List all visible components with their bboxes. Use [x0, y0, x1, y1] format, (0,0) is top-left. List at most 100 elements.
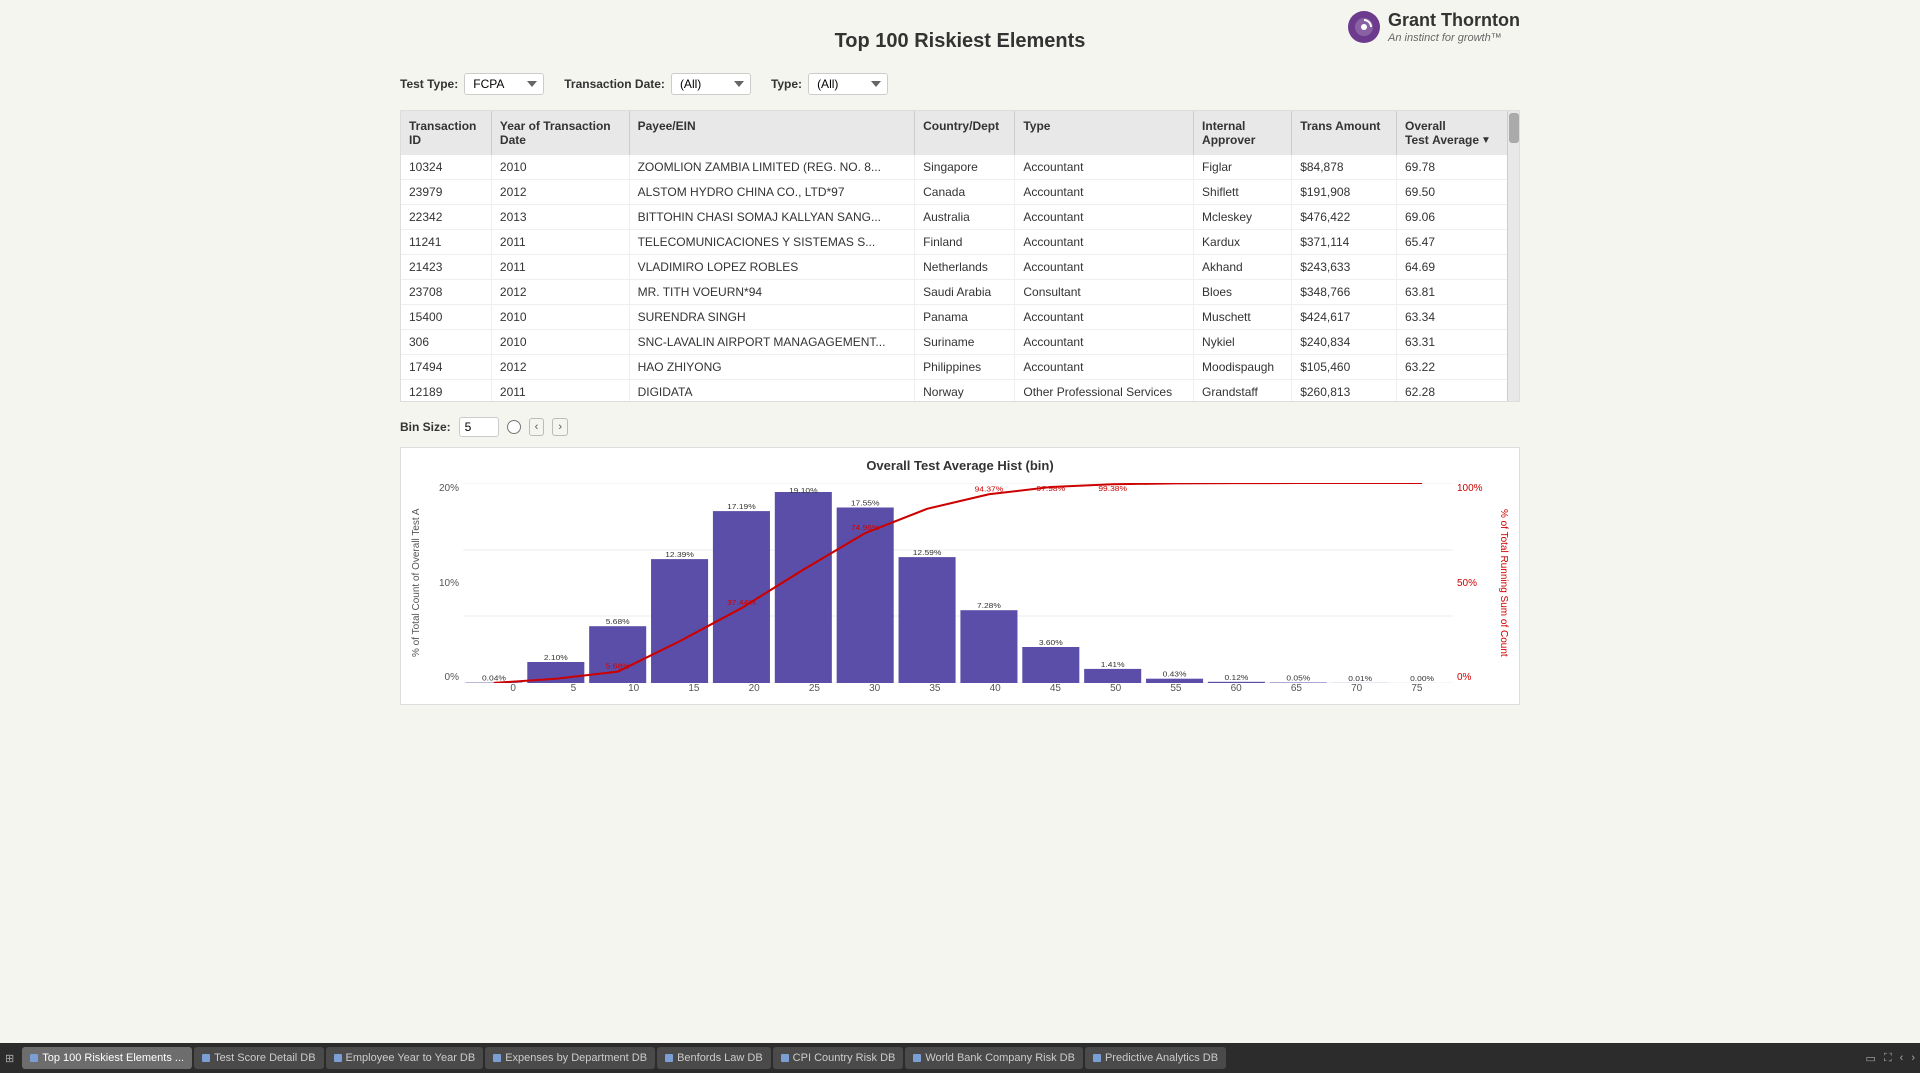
x-label-30: 30 — [845, 683, 905, 694]
cell-approver: Grandstaff — [1194, 380, 1292, 402]
chart-title: Overall Test Average Hist (bin) — [411, 458, 1509, 473]
cell-avg: 63.81 — [1397, 280, 1508, 305]
tab-top-100-riskiest-elements-...[interactable]: Top 100 Riskiest Elements ... — [22, 1047, 192, 1069]
bar-40 — [960, 610, 1017, 683]
test-type-select[interactable]: FCPA — [464, 73, 544, 95]
cell-type: Other Professional Services — [1015, 380, 1194, 402]
cell-country: Singapore — [915, 155, 1015, 180]
cell-amount: $191,908 — [1292, 180, 1397, 205]
cell-id: 306 — [401, 330, 491, 355]
tab-expenses-by-department-db[interactable]: Expenses by Department DB — [485, 1047, 655, 1069]
scroll-bar[interactable] — [1507, 111, 1519, 401]
bar-label-20: 17.19% — [727, 503, 756, 511]
bar-label-40: 7.28% — [977, 602, 1001, 610]
main-content: Grant Thornton An instinct for growth™ T… — [360, 0, 1560, 725]
tab-icon — [913, 1054, 921, 1062]
col-avg: OverallTest Average▼ — [1397, 111, 1508, 155]
transaction-date-filter: Transaction Date: (All) — [564, 73, 751, 95]
bar-65 — [1270, 683, 1327, 684]
cell-amount: $243,633 — [1292, 255, 1397, 280]
tab-cpi-country-risk-db[interactable]: CPI Country Risk DB — [773, 1047, 904, 1069]
tabs-container: Top 100 Riskiest Elements ... Test Score … — [22, 1047, 1863, 1069]
col-year: Year of TransactionDate — [491, 111, 629, 155]
bin-size-label: Bin Size: — [400, 420, 451, 434]
tab-label: Test Score Detail DB — [214, 1052, 315, 1064]
cell-year: 2012 — [491, 355, 629, 380]
test-type-filter: Test Type: FCPA — [400, 73, 544, 95]
cell-country: Finland — [915, 230, 1015, 255]
bin-next-button[interactable]: › — [552, 418, 568, 436]
cum-label-30: 74.96% — [851, 524, 880, 532]
cell-avg: 63.34 — [1397, 305, 1508, 330]
tab-icon — [1093, 1054, 1101, 1062]
x-label-5: 5 — [543, 683, 603, 694]
sort-icon: ▼ — [1481, 135, 1491, 146]
y-ticks-left: 20% 10% 0% — [431, 483, 459, 683]
nav-left-icon[interactable]: ‹ — [1900, 1052, 1904, 1064]
cell-approver: Moodispaugh — [1194, 355, 1292, 380]
tab-world-bank-company-risk-db[interactable]: World Bank Company Risk DB — [905, 1047, 1083, 1069]
x-label-35: 35 — [905, 683, 965, 694]
y-axis-left-label: % of Total Count of Overall Test A — [411, 483, 431, 683]
view-icon: ▭ — [1866, 1052, 1876, 1065]
bar-label-30: 17.55% — [851, 499, 880, 507]
bar-55 — [1146, 679, 1203, 683]
cell-id: 11241 — [401, 230, 491, 255]
tab-test-score-detail-db[interactable]: Test Score Detail DB — [194, 1047, 323, 1069]
cell-amount: $240,834 — [1292, 330, 1397, 355]
x-label-25: 25 — [784, 683, 844, 694]
bar-label-45: 3.60% — [1039, 639, 1063, 647]
col-approver: InternalApprover — [1194, 111, 1292, 155]
bar-50 — [1084, 669, 1141, 683]
tab-label: Benfords Law DB — [677, 1052, 763, 1064]
cell-type: Accountant — [1015, 355, 1194, 380]
tab-benfords-law-db[interactable]: Benfords Law DB — [657, 1047, 771, 1069]
chart-inner: 0.04%2.10%5.68%12.39%17.19%19.10%17.55%1… — [463, 483, 1453, 683]
cell-year: 2011 — [491, 380, 629, 402]
cell-id: 15400 — [401, 305, 491, 330]
bar-label-70: 0.01% — [1348, 675, 1372, 683]
table-row: 10324 2010 ZOOMLION ZAMBIA LIMITED (REG.… — [401, 155, 1507, 180]
transaction-date-select[interactable]: (All) — [671, 73, 751, 95]
cell-type: Accountant — [1015, 205, 1194, 230]
transaction-date-label: Transaction Date: — [564, 77, 665, 91]
cell-amount: $371,114 — [1292, 230, 1397, 255]
bar-label-15: 12.39% — [665, 551, 694, 559]
type-filter: Type: (All) — [771, 73, 888, 95]
type-select[interactable]: (All) — [808, 73, 888, 95]
table-row: 306 2010 SNC-LAVALIN AIRPORT MANAGAGEMEN… — [401, 330, 1507, 355]
cell-year: 2012 — [491, 180, 629, 205]
bin-prev-button[interactable]: ‹ — [529, 418, 545, 436]
bar-60 — [1208, 682, 1265, 683]
col-amount: Trans Amount — [1292, 111, 1397, 155]
cell-year: 2013 — [491, 205, 629, 230]
table-row: 17494 2012 HAO ZHIYONG Philippines Accou… — [401, 355, 1507, 380]
cell-year: 2011 — [491, 255, 629, 280]
cell-id: 10324 — [401, 155, 491, 180]
tab-icon — [781, 1054, 789, 1062]
cell-id: 23708 — [401, 280, 491, 305]
table-row: 11241 2011 TELECOMUNICACIONES Y SISTEMAS… — [401, 230, 1507, 255]
tab-predictive-analytics-db[interactable]: Predictive Analytics DB — [1085, 1047, 1226, 1069]
tab-label: CPI Country Risk DB — [793, 1052, 896, 1064]
bin-size-input[interactable] — [459, 417, 499, 437]
chart-area: % of Total Count of Overall Test A 20% 1… — [411, 483, 1509, 683]
nav-right-icon[interactable]: › — [1911, 1052, 1915, 1064]
bin-size-area: Bin Size: ‹ › — [400, 417, 1520, 437]
tab-employee-year-to-year-db[interactable]: Employee Year to Year DB — [326, 1047, 484, 1069]
x-label-60: 60 — [1206, 683, 1266, 694]
table-row: 15400 2010 SURENDRA SINGH Panama Account… — [401, 305, 1507, 330]
cell-year: 2010 — [491, 330, 629, 355]
bin-size-radio[interactable] — [507, 420, 521, 434]
bottom-right-icons: ▭ ⛶ ‹ › — [1866, 1052, 1915, 1065]
cell-amount: $84,878 — [1292, 155, 1397, 180]
table-scroll[interactable]: TransactionID Year of TransactionDate Pa… — [401, 111, 1507, 401]
cell-type: Consultant — [1015, 280, 1194, 305]
cell-type: Accountant — [1015, 255, 1194, 280]
cell-amount: $105,460 — [1292, 355, 1397, 380]
tab-label: Expenses by Department DB — [505, 1052, 647, 1064]
scroll-thumb[interactable] — [1509, 113, 1519, 143]
x-label-20: 20 — [724, 683, 784, 694]
cell-year: 2010 — [491, 305, 629, 330]
cell-payee: SURENDRA SINGH — [629, 305, 915, 330]
